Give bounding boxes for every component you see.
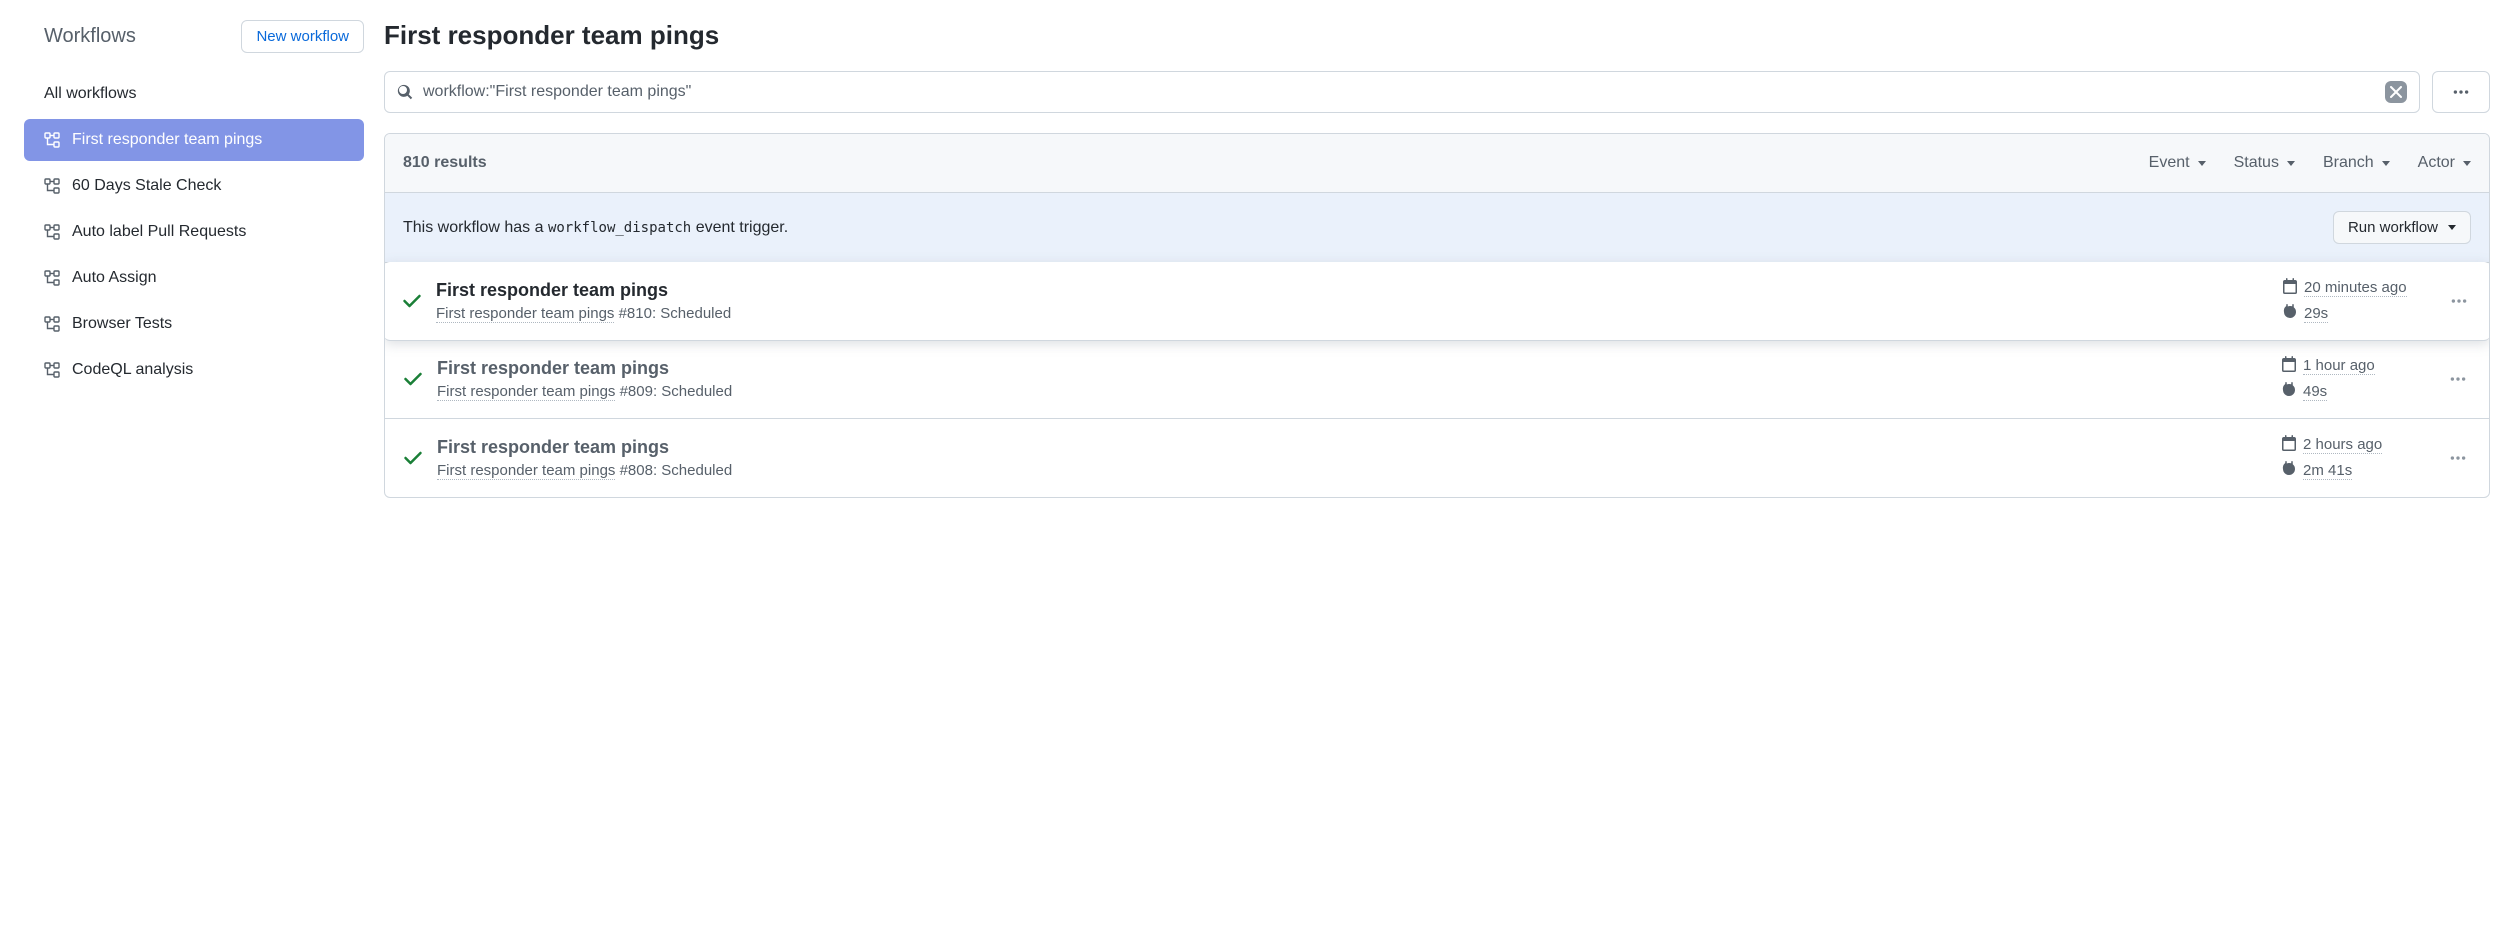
stopwatch-icon	[2281, 461, 2297, 481]
filter-event[interactable]: Event	[2149, 154, 2206, 172]
dispatch-banner: This workflow has a workflow_dispatch ev…	[385, 193, 2489, 263]
run-subtitle: First responder team pings #810: Schedul…	[436, 305, 2268, 322]
run-meta: 2 hours ago 2m 41s	[2281, 435, 2431, 481]
sidebar-item-label: Browser Tests	[72, 315, 172, 333]
page-title: First responder team pings	[384, 20, 2490, 51]
check-icon	[402, 291, 422, 311]
search-box[interactable]	[384, 71, 2420, 113]
run-time-ago: 2 hours ago	[2303, 436, 2382, 454]
search-icon	[397, 84, 413, 100]
sidebar-workflow-item[interactable]: 60 Days Stale Check	[24, 165, 364, 207]
run-workflow-label: Run workflow	[2348, 219, 2438, 236]
workflow-icon	[44, 178, 60, 194]
sidebar-workflow-item[interactable]: First responder team pings	[24, 119, 364, 161]
run-row[interactable]: First responder team pingsFirst responde…	[384, 262, 2490, 341]
sidebar-item-all-workflows[interactable]: All workflows	[24, 73, 364, 115]
run-duration: 29s	[2304, 305, 2328, 323]
run-suffix: #809: Scheduled	[615, 383, 732, 400]
main-content: First responder team pings 810 results E…	[384, 20, 2490, 498]
results-count: 810 results	[403, 154, 487, 172]
run-workflow-name: First responder team pings	[437, 462, 615, 480]
sidebar-item-label: Auto Assign	[72, 269, 157, 287]
filter-actor[interactable]: Actor	[2418, 154, 2471, 172]
sidebar-workflow-item[interactable]: Browser Tests	[24, 303, 364, 345]
new-workflow-button[interactable]: New workflow	[241, 20, 364, 53]
workflow-icon	[44, 362, 60, 378]
dispatch-code: workflow_dispatch	[548, 220, 691, 236]
results-panel: 810 results Event Status Branch Actor Th…	[384, 133, 2490, 498]
stopwatch-icon	[2282, 304, 2298, 324]
run-menu-button[interactable]	[2445, 366, 2471, 392]
sidebar-item-label: 60 Days Stale Check	[72, 177, 221, 195]
sidebar-item-label: CodeQL analysis	[72, 361, 193, 379]
run-menu-button[interactable]	[2446, 288, 2472, 314]
run-workflow-button[interactable]: Run workflow	[2333, 211, 2471, 244]
clear-search-button[interactable]	[2385, 81, 2407, 103]
run-suffix: #808: Scheduled	[615, 462, 732, 479]
run-menu-button[interactable]	[2445, 445, 2471, 471]
sidebar-title: Workflows	[44, 25, 136, 48]
run-workflow-name: First responder team pings	[436, 305, 614, 323]
run-time-ago: 1 hour ago	[2303, 357, 2375, 375]
dispatch-text-suffix: event trigger.	[696, 219, 789, 236]
sidebar-workflow-item[interactable]: Auto label Pull Requests	[24, 211, 364, 253]
workflow-icon	[44, 132, 60, 148]
workflow-icon	[44, 316, 60, 332]
search-input[interactable]	[423, 83, 2385, 101]
run-duration: 2m 41s	[2303, 462, 2352, 480]
filter-status[interactable]: Status	[2234, 154, 2295, 172]
run-row[interactable]: First responder team pingsFirst responde…	[385, 419, 2489, 497]
run-title: First responder team pings	[436, 280, 2268, 301]
stopwatch-icon	[2281, 382, 2297, 402]
workflow-icon	[44, 224, 60, 240]
run-meta: 20 minutes ago 29s	[2282, 278, 2432, 324]
sidebar-item-label: First responder team pings	[72, 131, 262, 149]
run-subtitle: First responder team pings #808: Schedul…	[437, 462, 2267, 479]
run-workflow-name: First responder team pings	[437, 383, 615, 401]
run-meta: 1 hour ago 49s	[2281, 356, 2431, 402]
run-body: First responder team pingsFirst responde…	[436, 280, 2268, 322]
sidebar-workflow-item[interactable]: CodeQL analysis	[24, 349, 364, 391]
run-suffix: #810: Scheduled	[614, 305, 731, 322]
sidebar-item-label: All workflows	[44, 85, 136, 103]
calendar-icon	[2281, 435, 2297, 455]
run-time-ago: 20 minutes ago	[2304, 279, 2407, 297]
workflow-menu-button[interactable]	[2432, 71, 2490, 113]
calendar-icon	[2282, 278, 2298, 298]
check-icon	[403, 369, 423, 389]
filter-branch[interactable]: Branch	[2323, 154, 2390, 172]
run-title: First responder team pings	[437, 358, 2267, 379]
sidebar-item-label: Auto label Pull Requests	[72, 223, 246, 241]
run-row[interactable]: First responder team pingsFirst responde…	[385, 340, 2489, 419]
run-body: First responder team pingsFirst responde…	[437, 358, 2267, 400]
run-subtitle: First responder team pings #809: Schedul…	[437, 383, 2267, 400]
run-body: First responder team pingsFirst responde…	[437, 437, 2267, 479]
run-title: First responder team pings	[437, 437, 2267, 458]
dispatch-text-prefix: This workflow has a	[403, 219, 548, 236]
run-duration: 49s	[2303, 383, 2327, 401]
check-icon	[403, 448, 423, 468]
sidebar: Workflows New workflow All workflows Fir…	[24, 20, 384, 498]
calendar-icon	[2281, 356, 2297, 376]
sidebar-workflow-item[interactable]: Auto Assign	[24, 257, 364, 299]
workflow-icon	[44, 270, 60, 286]
